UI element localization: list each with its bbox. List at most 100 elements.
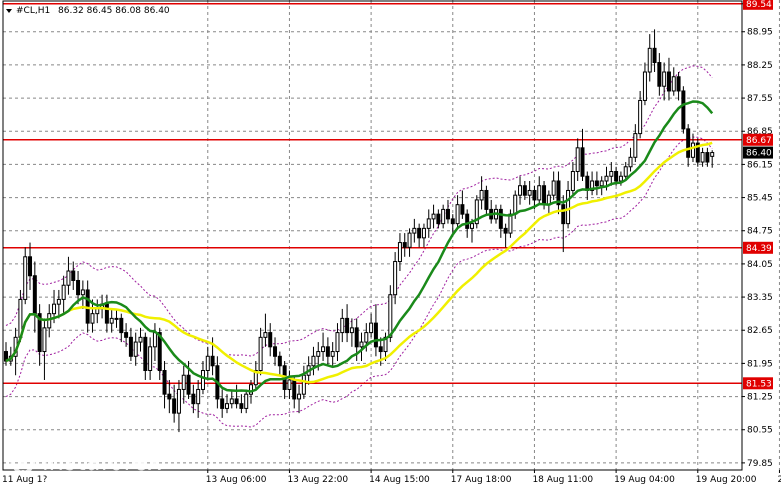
candle-body (484, 189, 489, 210)
y-tick-label: 84.05 (747, 260, 773, 270)
candle-body (301, 374, 306, 395)
candle-body (518, 185, 523, 196)
candle-body (537, 185, 542, 201)
symbol-label: #CL,H1 (16, 6, 50, 16)
y-tick-label: 88.25 (747, 61, 773, 71)
level-label: 81.53 (746, 379, 772, 389)
candle-body (633, 133, 638, 158)
candle-body (388, 294, 393, 338)
candle-body (642, 71, 647, 101)
candle-body (662, 71, 667, 87)
candle-body (138, 336, 143, 343)
candle-body (61, 284, 66, 300)
y-tick-label: 87.55 (747, 94, 773, 104)
level-label: 89.54 (746, 0, 772, 10)
x-tick-label: 19 Aug 04:00 (614, 475, 675, 485)
candle-body (705, 152, 710, 163)
candle-body (205, 355, 210, 372)
y-tick-label: 85.45 (747, 194, 773, 204)
candle-body (162, 370, 167, 395)
candle-body (681, 90, 686, 130)
candle-body (676, 76, 681, 92)
candle-body (191, 393, 196, 405)
candle-body (638, 99, 643, 135)
watermark-tagline: Instant Forex Trading (42, 474, 158, 487)
candle-body (397, 242, 402, 263)
candle-body (436, 213, 441, 225)
x-tick-label: 19 Aug 20:00 (696, 475, 757, 485)
y-tick-label: 79.85 (747, 459, 773, 469)
candle-body (263, 332, 268, 338)
watermark-brand: instaforex (42, 448, 162, 476)
candle-body (148, 346, 153, 372)
candle-body (56, 298, 61, 305)
x-tick-label: 17 Aug 18:00 (451, 475, 512, 485)
candle-body (426, 218, 431, 229)
ohlc-values: 86.32 86.45 86.08 86.40 (58, 6, 170, 16)
level-label: 86.67 (746, 136, 772, 146)
candle-body (657, 62, 662, 87)
candle-body (90, 313, 95, 324)
candle-body (417, 227, 422, 239)
candle-body (498, 208, 503, 229)
candle-body (393, 261, 398, 296)
x-tick-label: 18 Aug 11:00 (532, 475, 593, 485)
candle-body (47, 313, 52, 329)
candle-body (407, 232, 412, 248)
candle-body (234, 398, 239, 405)
candle-body (503, 227, 508, 234)
candle-body (354, 327, 359, 348)
candle-body (373, 322, 378, 348)
candle-body (623, 166, 628, 177)
x-tick-label: 20 Aug 13:00 (777, 475, 781, 485)
candle-body (652, 47, 657, 64)
current-price-label: 86.40 (746, 149, 772, 159)
candle-body (52, 303, 57, 315)
candle-body (311, 355, 316, 367)
candle-body (152, 332, 157, 348)
candle-body (210, 355, 215, 367)
candle-body (42, 327, 47, 353)
candle-body (330, 351, 335, 357)
candle-body (551, 180, 556, 196)
price-chart: 89.5488.9588.2587.5586.8586.1585.4584.75… (0, 0, 781, 489)
candle-body (349, 327, 354, 334)
candle-body (594, 180, 599, 187)
candle-body (628, 156, 633, 168)
candle-body (114, 317, 119, 320)
y-tick-label: 81.95 (747, 359, 773, 369)
candle-body (167, 393, 172, 400)
candle-body (258, 336, 263, 372)
candle-body (277, 355, 282, 367)
candle-body (599, 180, 604, 187)
x-tick-label: 14 Aug 15:00 (369, 475, 430, 485)
candle-body (104, 303, 109, 324)
candle-body (580, 147, 585, 177)
candle-body (647, 47, 652, 73)
candle-body (690, 142, 695, 158)
candle-body (614, 171, 619, 182)
y-tick-label: 82.65 (747, 326, 773, 336)
candle-body (220, 398, 225, 409)
candle-body (249, 384, 254, 395)
candle-body (196, 388, 201, 405)
candle-body (532, 189, 537, 201)
candle-body (244, 393, 249, 409)
candle-body (200, 370, 205, 390)
candle-body (23, 256, 28, 300)
candle-body (421, 227, 426, 239)
candle-body (66, 270, 71, 286)
candle-body (359, 341, 364, 348)
candle-body (445, 208, 450, 220)
y-tick-label: 80.55 (747, 426, 773, 436)
candle-body (369, 322, 374, 334)
candle-body (292, 379, 297, 400)
candle-body (513, 194, 518, 215)
candle-body (431, 213, 436, 220)
candle-body (618, 175, 623, 182)
candle-body (710, 152, 715, 157)
y-tick-label: 86.15 (747, 160, 773, 170)
candle-body (455, 204, 460, 225)
candle-body (604, 175, 609, 182)
candle-body (143, 336, 148, 372)
